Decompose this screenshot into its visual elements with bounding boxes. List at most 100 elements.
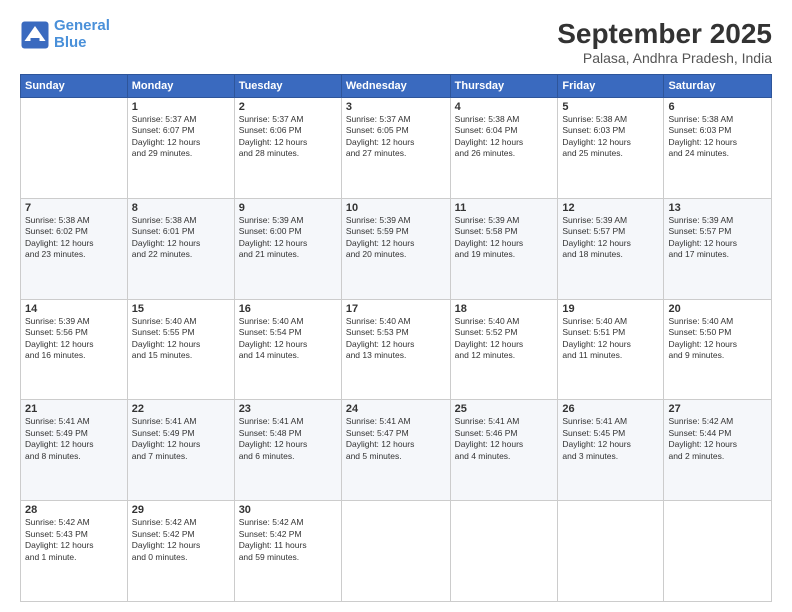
calendar-cell: 14Sunrise: 5:39 AM Sunset: 5:56 PM Dayli… (21, 299, 128, 400)
calendar-cell: 2Sunrise: 5:37 AM Sunset: 6:06 PM Daylig… (234, 98, 341, 199)
calendar-title: September 2025 (557, 18, 772, 50)
day-number: 26 (562, 403, 659, 415)
day-number: 12 (562, 202, 659, 214)
day-number: 15 (132, 303, 230, 315)
day-info: Sunrise: 5:40 AM Sunset: 5:53 PM Dayligh… (346, 316, 446, 362)
weekday-header: Monday (127, 75, 234, 98)
day-info: Sunrise: 5:39 AM Sunset: 5:57 PM Dayligh… (668, 215, 767, 261)
header: General Blue September 2025 Palasa, Andh… (20, 18, 772, 66)
day-number: 28 (25, 504, 123, 516)
logo: General Blue (20, 18, 110, 51)
day-number: 8 (132, 202, 230, 214)
day-number: 4 (455, 101, 554, 113)
calendar-cell: 28Sunrise: 5:42 AM Sunset: 5:43 PM Dayli… (21, 501, 128, 602)
logo-line2: Blue (54, 34, 87, 51)
calendar-cell: 6Sunrise: 5:38 AM Sunset: 6:03 PM Daylig… (664, 98, 772, 199)
calendar-table: SundayMondayTuesdayWednesdayThursdayFrid… (20, 74, 772, 602)
day-number: 22 (132, 403, 230, 415)
day-number: 23 (239, 403, 337, 415)
day-info: Sunrise: 5:42 AM Sunset: 5:42 PM Dayligh… (132, 517, 230, 563)
calendar-week-row: 1Sunrise: 5:37 AM Sunset: 6:07 PM Daylig… (21, 98, 772, 199)
day-info: Sunrise: 5:41 AM Sunset: 5:48 PM Dayligh… (239, 416, 337, 462)
calendar-week-row: 28Sunrise: 5:42 AM Sunset: 5:43 PM Dayli… (21, 501, 772, 602)
day-info: Sunrise: 5:40 AM Sunset: 5:50 PM Dayligh… (668, 316, 767, 362)
calendar-cell: 15Sunrise: 5:40 AM Sunset: 5:55 PM Dayli… (127, 299, 234, 400)
day-info: Sunrise: 5:41 AM Sunset: 5:46 PM Dayligh… (455, 416, 554, 462)
day-info: Sunrise: 5:39 AM Sunset: 5:58 PM Dayligh… (455, 215, 554, 261)
day-number: 2 (239, 101, 337, 113)
day-number: 1 (132, 101, 230, 113)
day-number: 14 (25, 303, 123, 315)
day-info: Sunrise: 5:41 AM Sunset: 5:47 PM Dayligh… (346, 416, 446, 462)
logo-icon (20, 20, 50, 50)
calendar-cell: 12Sunrise: 5:39 AM Sunset: 5:57 PM Dayli… (558, 198, 664, 299)
day-info: Sunrise: 5:42 AM Sunset: 5:42 PM Dayligh… (239, 517, 337, 563)
calendar-cell: 9Sunrise: 5:39 AM Sunset: 6:00 PM Daylig… (234, 198, 341, 299)
title-block: September 2025 Palasa, Andhra Pradesh, I… (557, 18, 772, 66)
calendar-subtitle: Palasa, Andhra Pradesh, India (557, 50, 772, 66)
day-info: Sunrise: 5:38 AM Sunset: 6:04 PM Dayligh… (455, 114, 554, 160)
day-number: 7 (25, 202, 123, 214)
calendar-cell (450, 501, 558, 602)
day-info: Sunrise: 5:39 AM Sunset: 6:00 PM Dayligh… (239, 215, 337, 261)
day-number: 9 (239, 202, 337, 214)
day-number: 27 (668, 403, 767, 415)
day-info: Sunrise: 5:41 AM Sunset: 5:49 PM Dayligh… (132, 416, 230, 462)
day-number: 29 (132, 504, 230, 516)
day-number: 24 (346, 403, 446, 415)
day-info: Sunrise: 5:41 AM Sunset: 5:49 PM Dayligh… (25, 416, 123, 462)
calendar-cell: 21Sunrise: 5:41 AM Sunset: 5:49 PM Dayli… (21, 400, 128, 501)
weekday-header: Thursday (450, 75, 558, 98)
day-number: 11 (455, 202, 554, 214)
weekday-header: Wednesday (341, 75, 450, 98)
page: General Blue September 2025 Palasa, Andh… (0, 0, 792, 612)
day-info: Sunrise: 5:37 AM Sunset: 6:06 PM Dayligh… (239, 114, 337, 160)
calendar-cell: 23Sunrise: 5:41 AM Sunset: 5:48 PM Dayli… (234, 400, 341, 501)
calendar-cell: 13Sunrise: 5:39 AM Sunset: 5:57 PM Dayli… (664, 198, 772, 299)
day-number: 21 (25, 403, 123, 415)
day-number: 10 (346, 202, 446, 214)
weekday-row: SundayMondayTuesdayWednesdayThursdayFrid… (21, 75, 772, 98)
calendar-cell (558, 501, 664, 602)
day-info: Sunrise: 5:38 AM Sunset: 6:01 PM Dayligh… (132, 215, 230, 261)
calendar-cell: 30Sunrise: 5:42 AM Sunset: 5:42 PM Dayli… (234, 501, 341, 602)
day-info: Sunrise: 5:40 AM Sunset: 5:51 PM Dayligh… (562, 316, 659, 362)
day-info: Sunrise: 5:40 AM Sunset: 5:54 PM Dayligh… (239, 316, 337, 362)
day-number: 30 (239, 504, 337, 516)
day-info: Sunrise: 5:42 AM Sunset: 5:43 PM Dayligh… (25, 517, 123, 563)
day-number: 18 (455, 303, 554, 315)
day-info: Sunrise: 5:38 AM Sunset: 6:02 PM Dayligh… (25, 215, 123, 261)
calendar-cell: 18Sunrise: 5:40 AM Sunset: 5:52 PM Dayli… (450, 299, 558, 400)
calendar-cell (664, 501, 772, 602)
day-info: Sunrise: 5:40 AM Sunset: 5:52 PM Dayligh… (455, 316, 554, 362)
day-number: 17 (346, 303, 446, 315)
calendar-cell: 3Sunrise: 5:37 AM Sunset: 6:05 PM Daylig… (341, 98, 450, 199)
calendar-cell (341, 501, 450, 602)
day-number: 6 (668, 101, 767, 113)
day-number: 13 (668, 202, 767, 214)
day-info: Sunrise: 5:37 AM Sunset: 6:05 PM Dayligh… (346, 114, 446, 160)
calendar-header: SundayMondayTuesdayWednesdayThursdayFrid… (21, 75, 772, 98)
calendar-cell: 8Sunrise: 5:38 AM Sunset: 6:01 PM Daylig… (127, 198, 234, 299)
day-info: Sunrise: 5:39 AM Sunset: 5:56 PM Dayligh… (25, 316, 123, 362)
day-info: Sunrise: 5:38 AM Sunset: 6:03 PM Dayligh… (562, 114, 659, 160)
calendar-cell: 20Sunrise: 5:40 AM Sunset: 5:50 PM Dayli… (664, 299, 772, 400)
day-info: Sunrise: 5:40 AM Sunset: 5:55 PM Dayligh… (132, 316, 230, 362)
calendar-week-row: 7Sunrise: 5:38 AM Sunset: 6:02 PM Daylig… (21, 198, 772, 299)
calendar-cell: 17Sunrise: 5:40 AM Sunset: 5:53 PM Dayli… (341, 299, 450, 400)
day-number: 16 (239, 303, 337, 315)
day-number: 3 (346, 101, 446, 113)
day-info: Sunrise: 5:38 AM Sunset: 6:03 PM Dayligh… (668, 114, 767, 160)
weekday-header: Tuesday (234, 75, 341, 98)
day-info: Sunrise: 5:41 AM Sunset: 5:45 PM Dayligh… (562, 416, 659, 462)
day-number: 25 (455, 403, 554, 415)
calendar-week-row: 14Sunrise: 5:39 AM Sunset: 5:56 PM Dayli… (21, 299, 772, 400)
day-number: 20 (668, 303, 767, 315)
calendar-cell: 25Sunrise: 5:41 AM Sunset: 5:46 PM Dayli… (450, 400, 558, 501)
day-info: Sunrise: 5:39 AM Sunset: 5:57 PM Dayligh… (562, 215, 659, 261)
calendar-cell: 22Sunrise: 5:41 AM Sunset: 5:49 PM Dayli… (127, 400, 234, 501)
weekday-header: Saturday (664, 75, 772, 98)
day-number: 5 (562, 101, 659, 113)
logo-line1: General (54, 17, 110, 34)
calendar-cell: 1Sunrise: 5:37 AM Sunset: 6:07 PM Daylig… (127, 98, 234, 199)
